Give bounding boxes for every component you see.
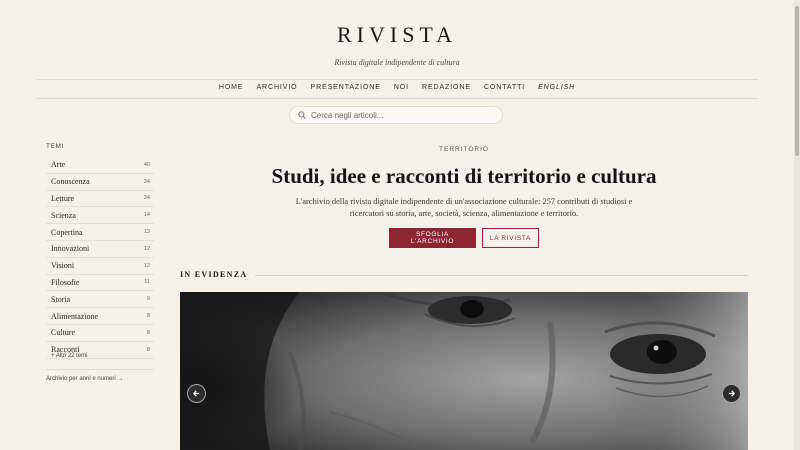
theme-label: Scienza — [51, 210, 76, 220]
more-themes-link[interactable]: + Altri 22 temi — [51, 353, 88, 359]
theme-count: 11 — [144, 279, 150, 286]
theme-label: Storia — [51, 294, 71, 304]
nav-home[interactable]: HOME — [219, 84, 244, 91]
theme-label: Filosofie — [51, 277, 80, 287]
theme-count: 8 — [146, 313, 150, 320]
theme-count: 12 — [143, 262, 150, 269]
theme-item-storia[interactable]: Storia 9 — [46, 291, 154, 309]
theme-item-letture[interactable]: Letture 34 — [46, 191, 154, 208]
theme-count: 34 — [143, 178, 150, 185]
arrow-right-icon — [728, 390, 736, 397]
theme-item-filosofie[interactable]: Filosofie 11 — [46, 275, 154, 292]
theme-item-innovazioni[interactable]: Innovazioni 12 — [46, 241, 154, 258]
carousel-next-button[interactable] — [722, 384, 741, 403]
site-brand[interactable]: RIVISTA — [0, 22, 794, 48]
theme-count: 8 — [146, 329, 150, 336]
search-input[interactable] — [311, 110, 491, 120]
theme-label: Arte — [51, 160, 66, 170]
site-tagline: Rivista digitale indipendente di cultura — [334, 58, 460, 67]
theme-label: Copertina — [51, 227, 83, 237]
nav-contatti[interactable]: CONTATTI — [484, 84, 525, 91]
theme-count: 9 — [146, 296, 150, 303]
page-scrollbar[interactable] — [794, 0, 800, 450]
arrow-left-icon — [192, 390, 200, 397]
theme-item-alimentazione[interactable]: Alimentazione 8 — [46, 308, 154, 325]
theme-label: Letture — [51, 193, 75, 203]
nav-presentazione[interactable]: PRESENTAZIONE — [311, 84, 381, 91]
nav-english[interactable]: ENGLISH — [538, 84, 575, 91]
theme-item-copertina[interactable]: Copertina 13 — [46, 224, 154, 241]
theme-list: Arte 40 Conoscenza 34 Letture 34 Scienza 14 … — [46, 157, 154, 359]
nav-noi[interactable]: NOI — [394, 84, 409, 91]
theme-item-culture[interactable]: Culture 8 — [46, 325, 154, 342]
theme-label: Visioni — [51, 261, 75, 271]
nav-archivio[interactable]: ARCHIVIO — [256, 84, 297, 91]
nav-redazione[interactable]: REDAZIONE — [422, 84, 471, 91]
theme-item-conoscenza[interactable]: Conoscenza 34 — [46, 174, 154, 191]
search-icon — [298, 111, 306, 119]
theme-label: Culture — [51, 328, 75, 338]
scrollbar-thumb[interactable] — [795, 6, 799, 156]
sidebar-divider — [46, 369, 154, 370]
main-nav: HOME ARCHIVIO PRESENTAZIONE NOI REDAZION… — [0, 84, 794, 91]
featured-section-title: IN EVIDENZA — [180, 270, 248, 279]
themes-heading: TEMI — [46, 143, 64, 150]
theme-count: 12 — [143, 245, 150, 252]
nav-top-rule — [36, 79, 758, 80]
featured-image[interactable] — [180, 292, 748, 450]
theme-count: 14 — [143, 212, 150, 219]
browse-archive-button[interactable]: SFOGLIA L'ARCHIVIO — [389, 228, 476, 248]
nav-bottom-rule — [36, 98, 758, 99]
hero-title: Studi, idee e racconti di territorio e c… — [271, 164, 657, 188]
theme-count: 40 — [143, 161, 150, 168]
theme-count: 13 — [143, 229, 150, 236]
theme-label: Innovazioni — [51, 244, 90, 254]
theme-item-visioni[interactable]: Visioni 12 — [46, 258, 154, 275]
la-rivista-button[interactable]: LA RIVISTA — [482, 228, 539, 248]
hero-description: L'archivio della rivista digitale indipe… — [295, 197, 633, 218]
featured-photo — [180, 292, 748, 450]
theme-item-scienza[interactable]: Scienza 14 — [46, 207, 154, 225]
theme-label: Alimentazione — [51, 311, 99, 321]
archive-years-link[interactable]: Archivio per anni e numeri → — [46, 376, 123, 382]
search-box[interactable] — [289, 106, 503, 124]
carousel-prev-button[interactable] — [187, 384, 206, 403]
featured-section-rule — [255, 275, 748, 276]
theme-count: 34 — [143, 195, 150, 202]
theme-label: Conoscenza — [51, 177, 90, 187]
theme-count: 8 — [146, 346, 150, 353]
hero-kicker: TERRITORIO — [439, 146, 489, 153]
theme-item-arte[interactable]: Arte 40 — [46, 157, 154, 174]
